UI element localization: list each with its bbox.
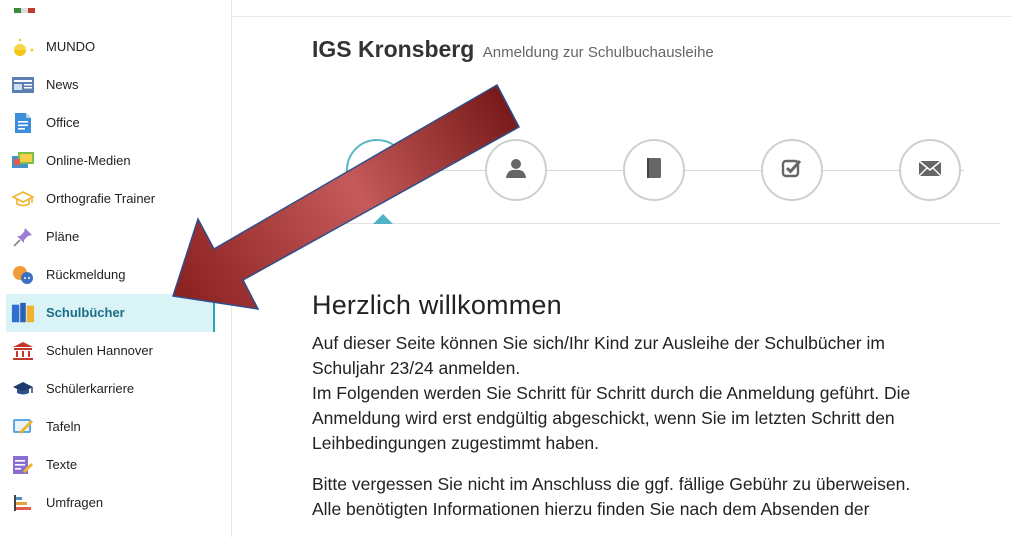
sidebar-item-label: News [46,77,79,92]
text-edit-icon [11,455,35,475]
sidebar-item-schulen-hannover[interactable]: Schulen Hannover [0,332,231,370]
sidebar-item-label: Rückmeldung [46,267,126,282]
sidebar-item-plaene[interactable]: Pläne [0,218,231,256]
office-document-icon [11,113,35,133]
sidebar-item-label: Texte [46,457,78,472]
sidebar-item-label: Online-Medien [46,153,131,168]
intro-line: Im Folgenden werden Sie Schritt für Schr… [312,383,911,403]
intro-line: anmelden. [433,358,521,378]
books-icon [11,302,35,323]
sidebar-item-umfragen[interactable]: Umfragen [0,484,231,522]
sidebar-item-online-medien[interactable]: Online-Medien [0,142,231,180]
intro-line: Auf dieser Seite können Sie sich/Ihr Kin… [312,333,885,353]
sidebar-item-tafeln[interactable]: Tafeln [0,408,231,446]
step-send[interactable] [899,139,961,201]
sidebar-item-label: Office [46,115,80,130]
fee-line: Bitte vergessen Sie nicht im Anschluss d… [312,474,911,494]
whiteboard-icon [11,417,35,437]
user-icon [505,157,527,184]
welcome-section: Herzlich willkommen Auf dieser Seite kön… [312,290,992,522]
sidebar-item-label: Pläne [46,229,80,244]
stepper-divider [312,223,1000,224]
sidebar-item-label: Tafeln [46,419,81,434]
welcome-heading: Herzlich willkommen [312,290,562,320]
sidebar-item-label: Orthografie Trainer [46,191,156,206]
book-icon [645,157,663,184]
sidebar-item-orthografie-trainer[interactable]: Orthografie Trainer [0,180,231,218]
online-media-icon [11,151,35,171]
step-person[interactable] [485,139,547,201]
envelope-icon [918,159,942,182]
pushpin-icon [11,227,35,247]
fee-line: Alle benötigten Informationen hierzu fin… [312,499,870,519]
page-subtitle: Anmeldung zur Schulbuchausleihe [482,44,714,61]
sidebar-item-schulbuecher[interactable]: Schulbücher [6,294,215,332]
sidebar: MUNDO News Office Online-Medien Orthogra… [0,0,232,537]
sidebar-item-label: MUNDO [46,39,96,54]
sidebar-item-office[interactable]: Office [0,104,231,142]
fee-paragraph: Bitte vergessen Sie nicht im Anschluss d… [312,472,992,522]
sidebar-item-schuelerkarriere[interactable]: Schülerkarriere [0,370,231,408]
divider [232,16,1012,17]
page-title: IGS Kronsberg Anmeldung zur Schulbuchaus… [312,36,714,63]
main-content: IGS Kronsberg Anmeldung zur Schulbuchaus… [232,0,1012,537]
graduation-cap-icon [11,189,35,209]
schuljahr-text: Schuljahr 23/24 [312,358,434,378]
sidebar-item-texte[interactable]: Texte [0,446,231,484]
sidebar-item-mundo[interactable]: MUNDO [0,28,231,66]
step-check[interactable] [761,139,823,201]
sidebar-item-rueckmeldung[interactable]: Rückmeldung [0,256,231,294]
poll-chart-icon [11,493,35,513]
checkbox-icon [781,158,803,183]
news-icon [11,75,35,95]
intro-paragraph: Auf dieser Seite können Sie sich/Ihr Kin… [312,331,992,456]
mundo-sun-icon [11,37,35,57]
school-building-icon [11,341,35,361]
school-name: IGS Kronsberg [312,36,475,62]
active-step-pointer [373,214,393,224]
intro-line: Leihbedingungen zugestimmt haben. [312,433,600,453]
flag-icon [14,0,36,13]
step-books[interactable] [623,139,685,201]
sidebar-item-label: Schulen Hannover [46,343,153,358]
feedback-chat-icon [11,265,35,285]
intro-line: Anmeldung wird erst endgültig abgeschick… [312,408,895,428]
sidebar-item-label: Schülerkarriere [46,381,135,396]
step-start[interactable] [346,139,408,201]
sidebar-item-label: Umfragen [46,495,104,510]
sidebar-item-label: Schulbücher [46,305,125,320]
mortarboard-icon [11,379,35,399]
sidebar-item-news[interactable]: News [0,66,231,104]
